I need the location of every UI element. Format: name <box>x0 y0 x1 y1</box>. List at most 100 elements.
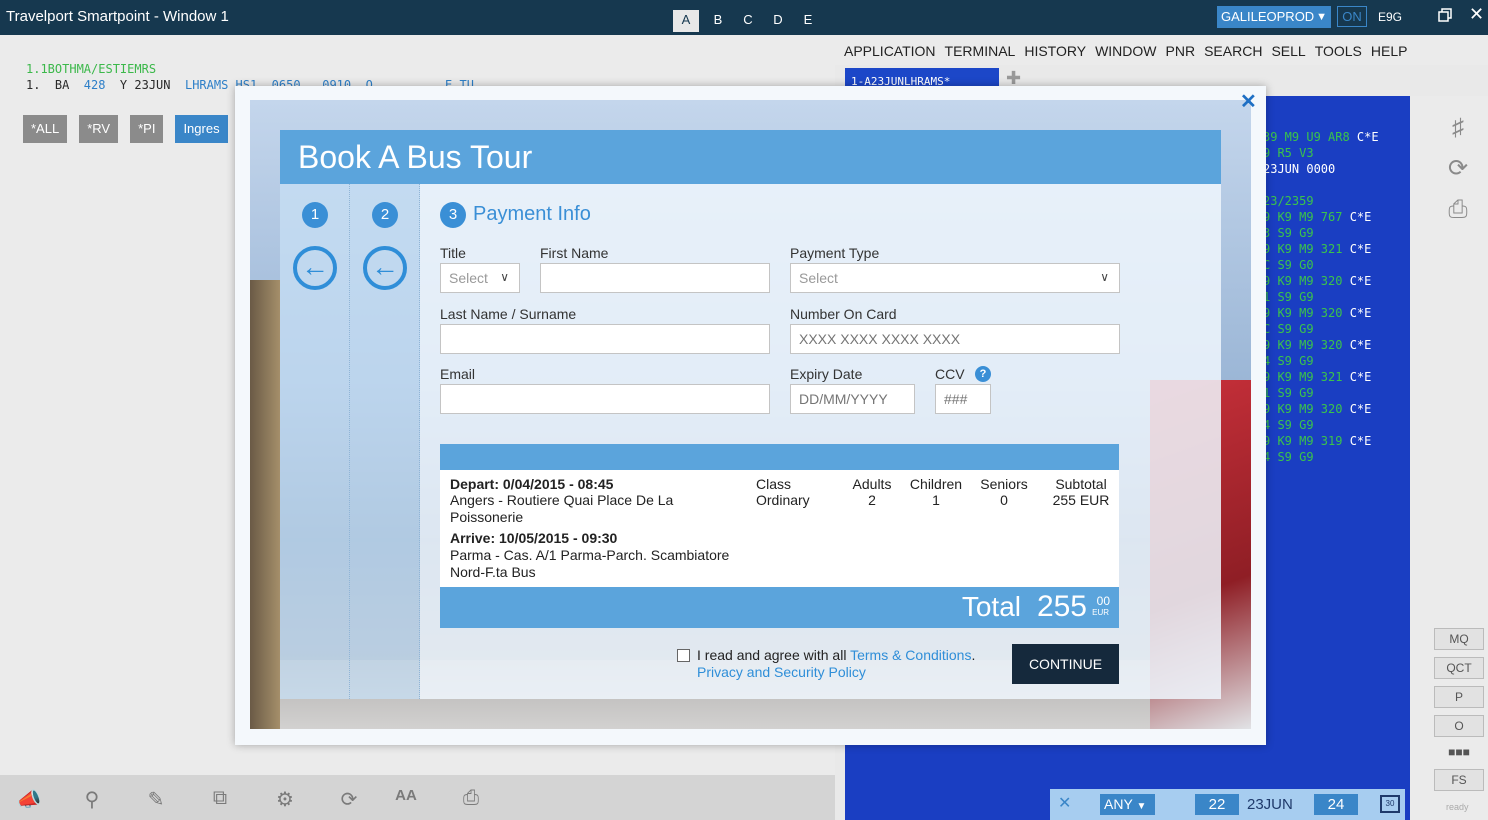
agree-text-end: . <box>971 647 976 663</box>
status-badge[interactable]: ON <box>1337 6 1367 27</box>
menu-pnr[interactable]: PNR <box>1166 43 1196 59</box>
app-title: Travelport Smartpoint - Window 1 <box>6 8 229 25</box>
window-tab-c[interactable]: C <box>733 10 763 32</box>
date-navigation-bar: ✕ ANY ▼ 22 23JUN 24 30 <box>1050 789 1405 820</box>
terminal-line-code: 39 M9 U9 AR8 <box>1263 130 1357 144</box>
terminal-line-code: 9 K9 M9 320 <box>1263 338 1350 352</box>
subtotal-label: Subtotal <box>1055 476 1107 492</box>
calendar-icon[interactable]: 30 <box>1380 795 1400 813</box>
total-currency: EUR <box>1092 608 1109 617</box>
terminal-line-code: 23/2359 <box>1263 194 1314 208</box>
title-bar: Travelport Smartpoint - Window 1 A B C D… <box>0 0 1488 35</box>
date-filter-select[interactable]: ANY ▼ <box>1100 794 1155 815</box>
card-number-input[interactable] <box>790 324 1120 354</box>
back-arrow-icon[interactable]: ← <box>363 246 407 290</box>
print-icon[interactable]: ⎙ <box>1442 196 1474 228</box>
terminal-line: 4 S9 G9 <box>1263 450 1314 464</box>
ccv-label: CCV <box>935 366 965 382</box>
window-tab-d[interactable]: D <box>763 10 793 32</box>
title-select[interactable]: Select ∨ <box>440 263 520 293</box>
terminal-line-status: C*E <box>1349 338 1372 352</box>
subtotal-value: 255 EUR <box>1052 492 1110 508</box>
terminal-line-status: C*E <box>1349 370 1372 384</box>
pencil-icon[interactable]: ✎ <box>143 787 169 813</box>
mq-button[interactable]: MQ <box>1434 628 1484 650</box>
menu-tools[interactable]: TOOLS <box>1315 43 1362 59</box>
qct-button[interactable]: QCT <box>1434 657 1484 679</box>
agree-checkbox[interactable] <box>677 649 690 662</box>
menu-application[interactable]: APPLICATION <box>844 43 936 59</box>
depart-heading: Depart: 0/04/2015 - 08:45 <box>450 476 614 492</box>
terms-link[interactable]: Terms & Conditions <box>850 647 971 663</box>
host-select[interactable]: GALILEOPROD ▼ <box>1217 6 1331 28</box>
close-modal-icon[interactable]: ✕ <box>1240 89 1257 114</box>
back-arrow-icon[interactable]: ← <box>293 246 337 290</box>
continue-button[interactable]: CONTINUE <box>1012 644 1119 684</box>
quick-button-ingres[interactable]: Ingres <box>175 115 228 143</box>
ccv-input[interactable] <box>935 384 991 414</box>
current-date: 23JUN <box>1247 796 1293 813</box>
email-input[interactable] <box>440 384 770 414</box>
host-select-value: GALILEOPROD <box>1221 9 1315 24</box>
title-label: Title <box>440 245 466 261</box>
terminal-line: 9 K9 M9 319 C*E <box>1263 434 1371 448</box>
terminal-line-status: C*E <box>1349 402 1372 416</box>
window-tab-e[interactable]: E <box>793 10 823 32</box>
fs-button[interactable]: FS <box>1434 769 1484 791</box>
payment-type-select[interactable]: Select ∨ <box>790 263 1120 293</box>
window-tab-b[interactable]: B <box>703 10 733 32</box>
first-name-input[interactable] <box>540 263 770 293</box>
terminal-line-status: C*E <box>1349 274 1372 288</box>
terminal-line-code: 4 S9 G9 <box>1263 418 1314 432</box>
copy-icon[interactable]: ⧉ <box>207 787 233 813</box>
expiry-date-input[interactable] <box>790 384 915 414</box>
p-button[interactable]: P <box>1434 686 1484 708</box>
terminal-line-status: C*E <box>1349 306 1372 320</box>
more-button[interactable]: ■■■ <box>1434 742 1484 764</box>
terminal-line: 23JUN 0000 <box>1263 162 1335 176</box>
total-label: Total <box>961 591 1021 622</box>
menu-window[interactable]: WINDOW <box>1095 43 1156 59</box>
next-date-button[interactable]: 24 <box>1314 794 1358 815</box>
refresh-icon[interactable]: ⟳ <box>336 787 362 813</box>
quick-button-pi[interactable]: *PI <box>130 115 164 143</box>
gear-icon[interactable]: ⚙ <box>272 787 298 813</box>
terminal-line: 9 K9 M9 320 C*E <box>1263 306 1371 320</box>
menu-terminal[interactable]: TERMINAL <box>945 43 1016 59</box>
window-tab-a[interactable]: A <box>673 10 699 32</box>
modal-title: Book A Bus Tour <box>298 139 533 175</box>
terminal-line-code: C S9 G0 <box>1263 258 1314 272</box>
menu-help[interactable]: HELP <box>1371 43 1408 59</box>
quick-button-all[interactable]: *ALL <box>23 115 68 143</box>
quick-button-rv[interactable]: *RV <box>79 115 119 143</box>
status-text: ready <box>1446 802 1469 812</box>
modal-header: Book A Bus Tour <box>280 130 1221 184</box>
close-window-icon[interactable]: ✕ <box>1469 4 1484 25</box>
print-icon[interactable]: ⎙ <box>458 787 484 813</box>
sync-icon[interactable]: ⟳ <box>1442 154 1474 186</box>
privacy-link[interactable]: Privacy and Security Policy <box>697 664 866 680</box>
megaphone-icon[interactable]: 📣 <box>16 787 42 813</box>
section-title: Payment Info <box>473 203 591 225</box>
hash-icon[interactable]: ♯ <box>1442 114 1474 146</box>
close-icon[interactable]: ✕ <box>1058 793 1071 813</box>
search-icon[interactable]: ⚲ <box>79 787 105 813</box>
help-icon[interactable]: ? <box>975 366 991 382</box>
terminal-line-code: 9 R5 V3 <box>1263 146 1314 160</box>
menu-sell[interactable]: SELL <box>1271 43 1305 59</box>
terminal-scrollbar[interactable] <box>1410 96 1430 820</box>
o-button[interactable]: O <box>1434 715 1484 737</box>
window-tabs: A B C D E <box>673 10 823 32</box>
total-amount: 255 <box>1036 590 1087 623</box>
restore-window-icon[interactable] <box>1438 8 1452 22</box>
date-filter-value: ANY <box>1104 796 1133 812</box>
terminal-line-code: 4 S9 G9 <box>1263 354 1314 368</box>
font-size-icon[interactable]: AA <box>393 787 419 813</box>
menu-history[interactable]: HISTORY <box>1024 43 1086 59</box>
terminal-line: 9 K9 M9 320 C*E <box>1263 402 1371 416</box>
last-name-input[interactable] <box>440 324 770 354</box>
terminal-line-code: C S9 G9 <box>1263 322 1314 336</box>
previous-date-button[interactable]: 22 <box>1195 794 1239 815</box>
expiry-date-label: Expiry Date <box>790 366 863 382</box>
menu-search[interactable]: SEARCH <box>1204 43 1262 59</box>
